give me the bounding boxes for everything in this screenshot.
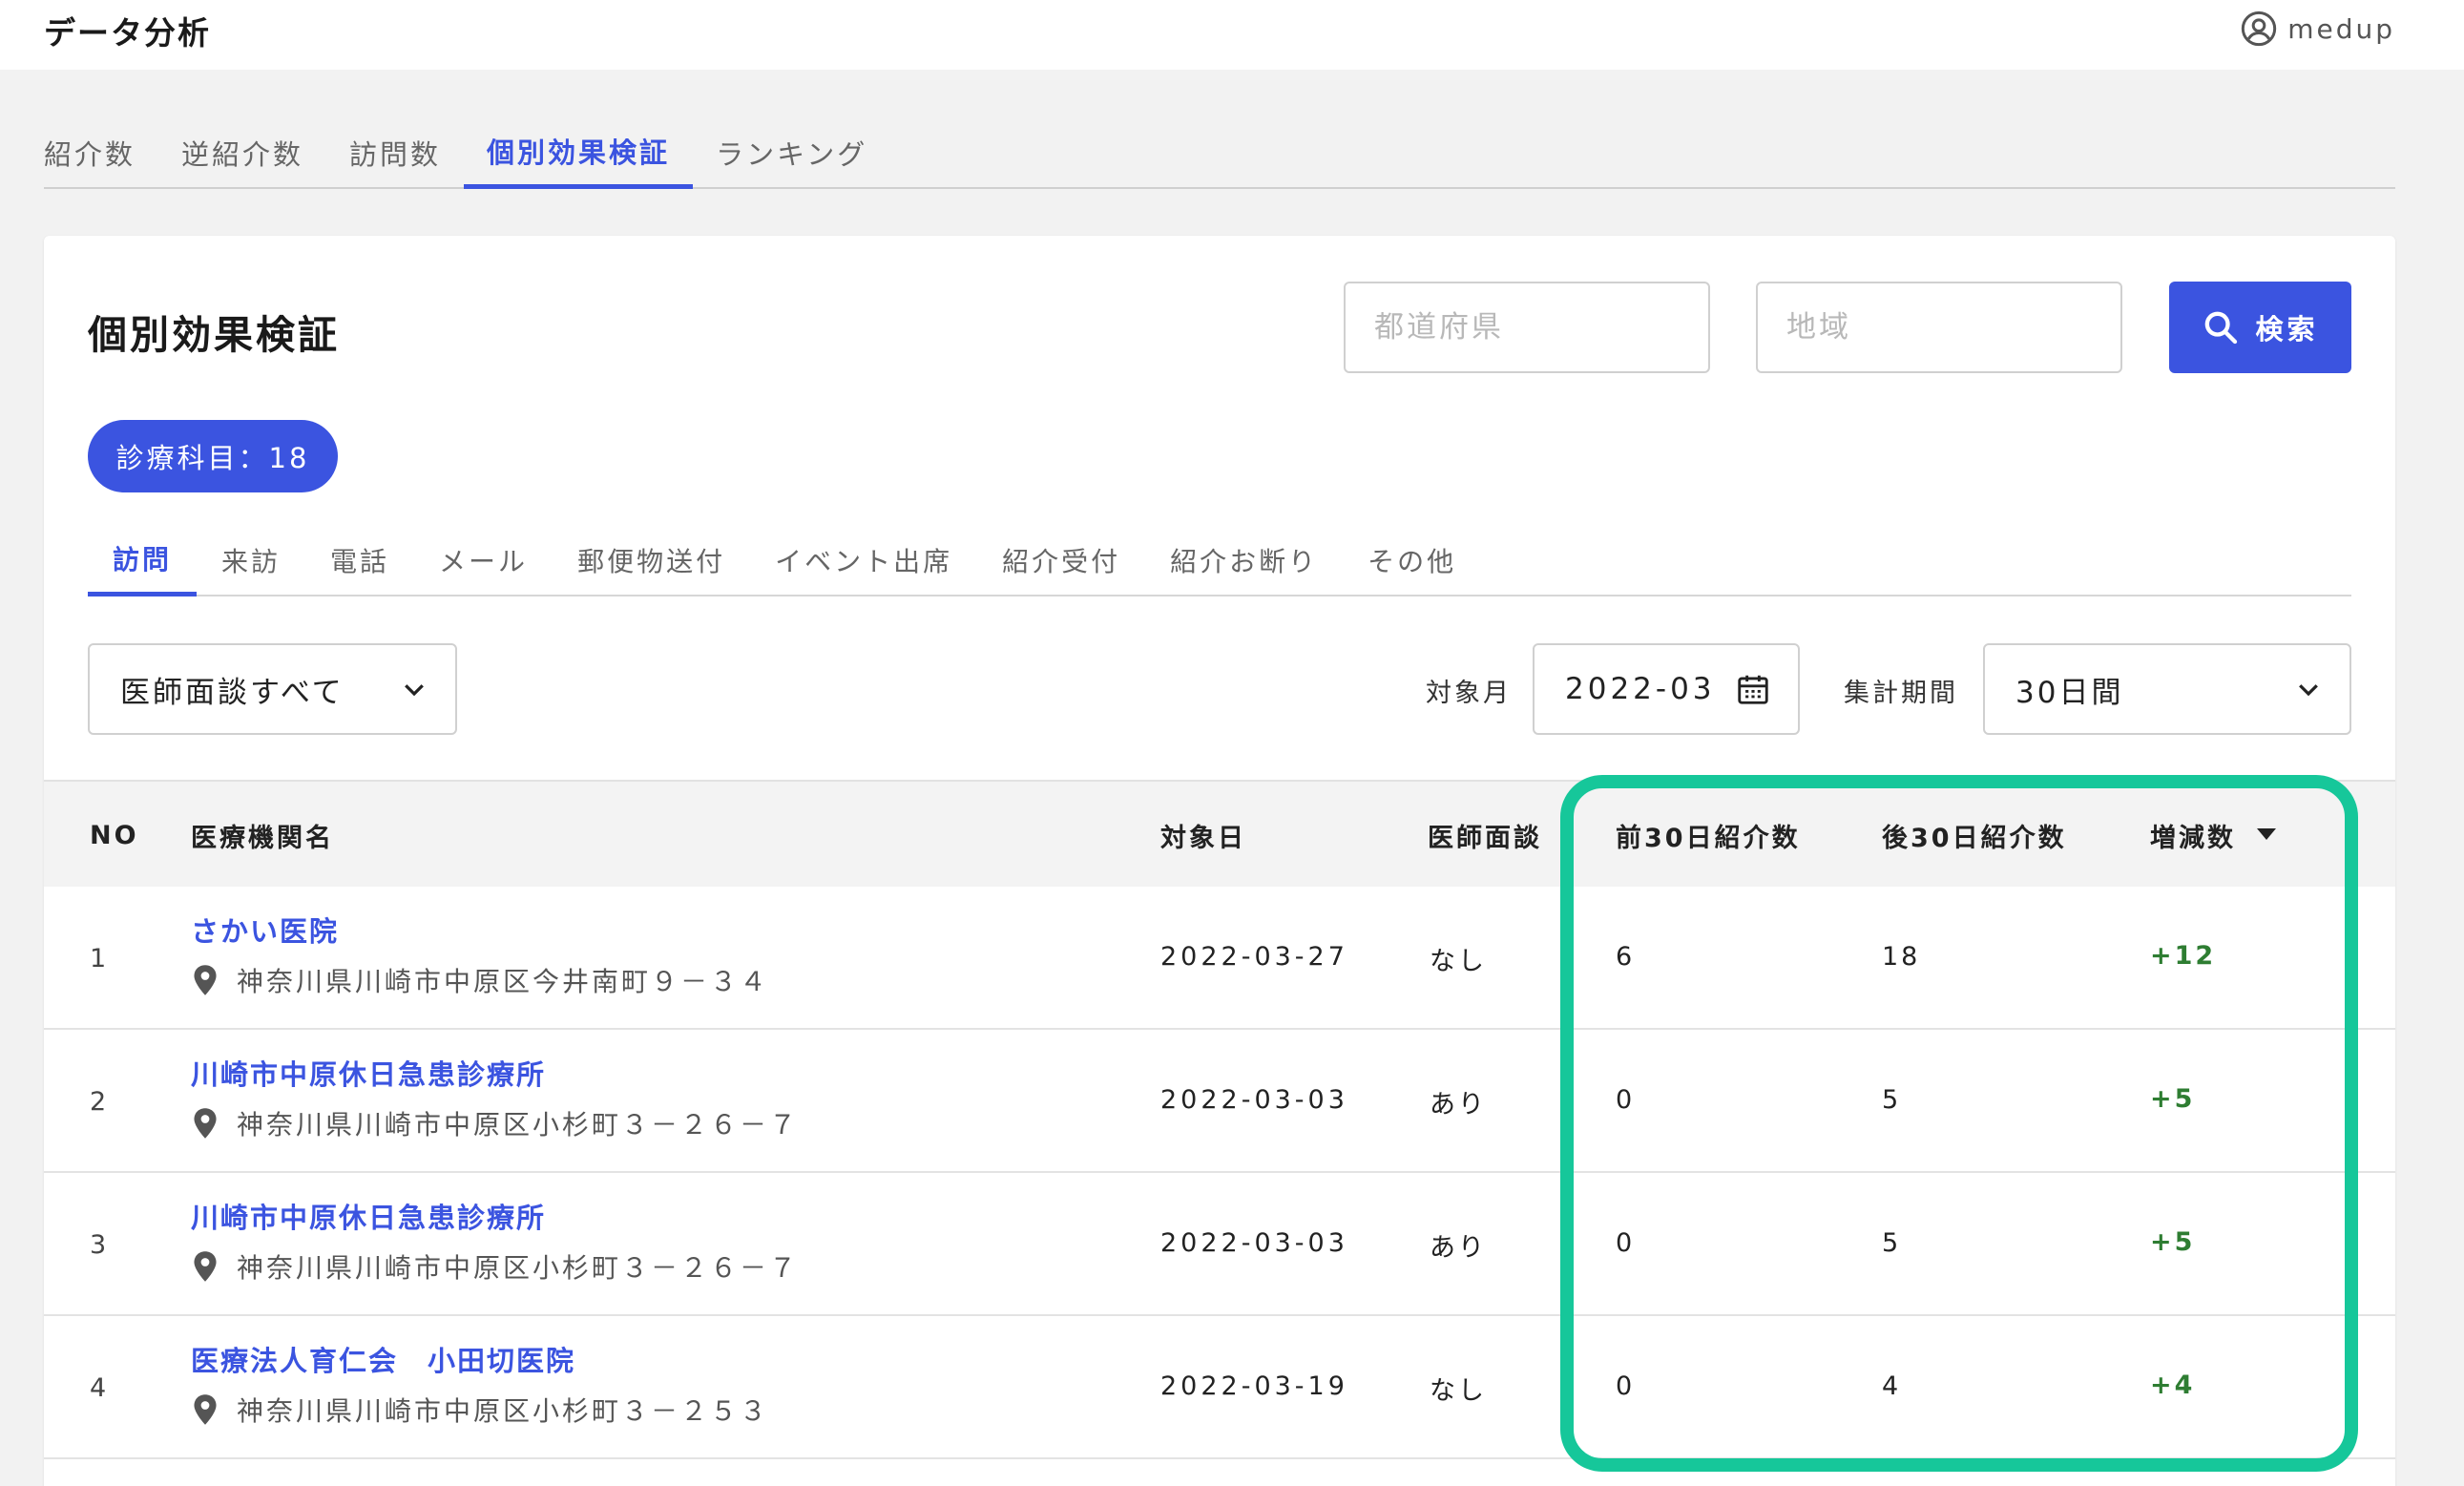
institution-link[interactable]: 川崎市中原休日急患診療所 (191, 1053, 546, 1093)
institution-address: 神奈川県川崎市中原区小杉町３－２６－７ (191, 1247, 799, 1286)
table-row: 4 医療法人育仁会 小田切医院 神奈川県川崎市中原区小杉町３－２５３ 2022-… (44, 1316, 2395, 1459)
table-row: 3 川崎市中原休日急患診療所 神奈川県川崎市中原区小杉町３－２６－７ 2022-… (44, 1173, 2395, 1316)
row-no: 3 (90, 1230, 110, 1260)
target-date: 2022-03-27 (1160, 942, 1348, 972)
subtab-referral-received[interactable]: 紹介受付 (977, 524, 1145, 596)
subtab-email[interactable]: メール (414, 524, 553, 596)
institution-address: 神奈川県川崎市中原区今井南町９－３４ (191, 961, 769, 999)
search-button-label: 検索 (2255, 313, 2319, 345)
target-date: 2022-03-03 (1160, 1085, 1348, 1115)
subtab-phone[interactable]: 電話 (305, 524, 414, 596)
header-next-referrals: 後30日紹介数 (1882, 823, 2067, 853)
address-text: 神奈川県川崎市中原区小杉町３－２５３ (237, 1395, 770, 1427)
chevron-down-icon (405, 684, 424, 697)
target-date: 2022-03-03 (1160, 1228, 1348, 1258)
tab-visits[interactable]: 訪問数 (326, 116, 464, 189)
institution-address: 神奈川県川崎市中原区小杉町３－２５３ (191, 1391, 769, 1429)
doctor-interview-value: あり (1430, 1090, 1487, 1120)
tab-individual-effect[interactable]: 個別効果検証 (464, 116, 694, 189)
table-header: NO 医療機関名 対象日 医師面談 前30日紹介数 後30日紹介数 増減数 (44, 780, 2395, 887)
doctor-interview-value: あり (1430, 1233, 1487, 1263)
diff-value: +4 (2150, 1371, 2196, 1400)
row-no: 4 (90, 1373, 110, 1403)
activity-tabs: 訪問 来訪 電話 メール 郵便物送付 イベント出席 紹介受付 紹介お断り その他 (88, 524, 2351, 596)
department-count-badge[interactable]: 診療科目：18 (88, 420, 338, 492)
doctor-interview-value: なし (1430, 1376, 1487, 1406)
next-referrals-value: 18 (1882, 942, 1921, 972)
header-prev-referrals: 前30日紹介数 (1616, 823, 1801, 853)
location-pin-icon (194, 1394, 217, 1425)
header-diff-sort[interactable]: 増減数 (2150, 782, 2276, 889)
prev-referrals-value: 6 (1616, 942, 1636, 972)
prev-referrals-value: 0 (1616, 1371, 1636, 1401)
address-text: 神奈川県川崎市中原区小杉町３－２６－７ (237, 1252, 800, 1284)
month-picker[interactable]: 2022-03 (1533, 643, 1800, 735)
institution-address: 神奈川県川崎市中原区小杉町３－２６－７ (191, 1104, 799, 1142)
calendar-icon (1738, 675, 1768, 704)
diff-value: +5 (2150, 1084, 2196, 1114)
subtab-mail-sending[interactable]: 郵便物送付 (553, 524, 750, 596)
content-card: 個別効果検証 検索 診療科目：18 訪問 来訪 電話 メール 郵便物送付 イベン… (44, 236, 2395, 1486)
table-row: 1 さかい医院 神奈川県川崎市中原区今井南町９－３４ 2022-03-27 なし… (44, 887, 2395, 1030)
row-no: 1 (90, 944, 110, 973)
diff-value: +12 (2150, 941, 2217, 971)
app-title: データ分析 (44, 14, 211, 52)
institution-link[interactable]: 川崎市中原休日急患診療所 (191, 1196, 546, 1236)
header-institution: 医療機関名 (191, 823, 334, 853)
user-menu[interactable]: medup (2240, 10, 2395, 48)
location-pin-icon (194, 1108, 217, 1139)
target-date: 2022-03-19 (1160, 1371, 1348, 1401)
header-date: 対象日 (1160, 823, 1246, 853)
location-pin-icon (194, 1251, 217, 1282)
institution-link[interactable]: さかい医院 (191, 910, 339, 950)
top-bar: データ分析 medup (0, 0, 2464, 70)
doctor-interview-select[interactable]: 医師面談すべて (88, 643, 457, 735)
main-tabs: 紹介数 逆紹介数 訪問数 個別効果検証 ランキング (44, 116, 2395, 189)
address-text: 神奈川県川崎市中原区小杉町３－２６－７ (237, 1109, 800, 1141)
next-referrals-value: 4 (1882, 1371, 1902, 1401)
address-text: 神奈川県川崎市中原区今井南町９－３４ (237, 966, 770, 997)
month-value: 2022-03 (1565, 672, 1716, 706)
header-no: NO (90, 820, 139, 850)
next-referrals-value: 5 (1882, 1085, 1902, 1115)
next-referrals-value: 5 (1882, 1228, 1902, 1258)
prev-referrals-value: 0 (1616, 1085, 1636, 1115)
sort-desc-icon (2257, 828, 2276, 840)
period-select-value: 30日間 (2015, 675, 2124, 710)
subtab-other[interactable]: その他 (1343, 524, 1481, 596)
tab-reverse-referrals[interactable]: 逆紹介数 (158, 116, 326, 189)
table-row: 2 川崎市中原休日急患診療所 神奈川県川崎市中原区小杉町３－２６－７ 2022-… (44, 1030, 2395, 1173)
tab-referrals[interactable]: 紹介数 (21, 116, 158, 189)
subtab-event-attendance[interactable]: イベント出席 (750, 524, 977, 596)
prev-referrals-value: 0 (1616, 1228, 1636, 1258)
page-title: 個別効果検証 (88, 312, 340, 358)
subtab-visit[interactable]: 訪問 (88, 524, 198, 596)
doctor-interview-value: なし (1430, 947, 1487, 976)
month-label: 対象月 (1426, 679, 1512, 708)
prefecture-input[interactable] (1344, 282, 1710, 373)
search-icon (2205, 311, 2238, 345)
user-name: medup (2287, 12, 2395, 45)
area-input[interactable] (1756, 282, 2122, 373)
period-select[interactable]: 30日間 (1983, 643, 2351, 735)
row-no: 2 (90, 1087, 110, 1117)
location-pin-icon (194, 965, 217, 995)
header-doctor-interview: 医師面談 (1428, 823, 1542, 853)
search-button[interactable]: 検索 (2169, 282, 2351, 373)
period-label: 集計期間 (1844, 679, 1958, 708)
doctor-interview-select-value: 医師面談すべて (120, 675, 345, 710)
user-account-icon (2242, 10, 2277, 47)
subtab-incoming-visit[interactable]: 来訪 (197, 524, 305, 596)
tab-ranking[interactable]: ランキング (693, 116, 890, 189)
chevron-down-icon (2299, 684, 2318, 697)
institution-link[interactable]: 医療法人育仁会 小田切医院 (191, 1339, 575, 1379)
diff-value: +5 (2150, 1227, 2196, 1257)
header-diff: 増減数 (2150, 823, 2236, 853)
subtab-referral-declined[interactable]: 紹介お断り (1145, 524, 1343, 596)
